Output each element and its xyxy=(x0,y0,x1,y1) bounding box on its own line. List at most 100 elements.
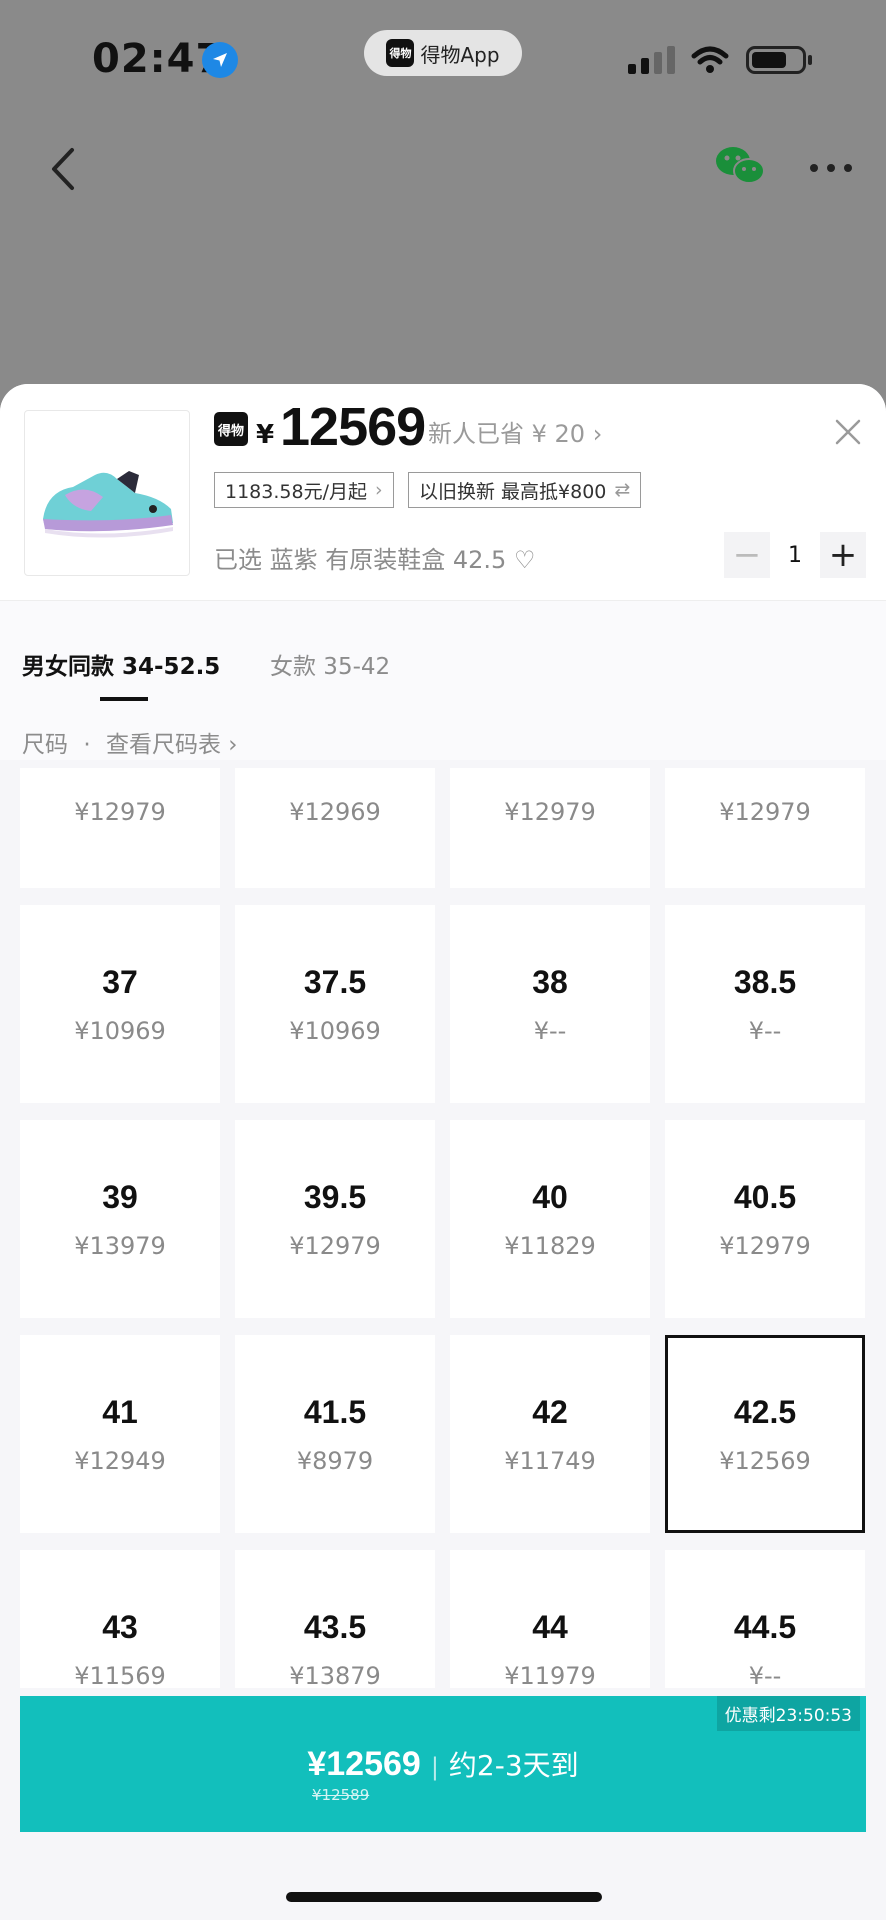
trade-in-chip[interactable]: 以旧换新 最高抵¥800 ⇄ xyxy=(408,472,642,508)
close-icon[interactable] xyxy=(834,418,862,446)
product-thumbnail[interactable] xyxy=(24,410,190,576)
size-cell[interactable]: ¥12979 xyxy=(450,768,650,888)
size-cell-selected[interactable]: 42.5 ¥12569 xyxy=(665,1335,865,1533)
size-cell[interactable]: 41 ¥12949 xyxy=(20,1335,220,1533)
discount-countdown: 优惠剩23:50:53 xyxy=(716,1696,860,1731)
cellular-signal-icon xyxy=(628,46,675,74)
buy-price: ¥12569 xyxy=(307,1745,421,1783)
size-cell[interactable]: 39.5 ¥12979 xyxy=(235,1120,435,1318)
size-grid: ¥12979 ¥12969 ¥12979 ¥12979 37 ¥10969 37.5 ¥109… xyxy=(20,768,865,1688)
size-cell[interactable]: ¥12969 xyxy=(235,768,435,888)
size-value: 38 xyxy=(532,963,568,1000)
price-currency: ¥ xyxy=(256,420,275,450)
size-value: 38.5 xyxy=(733,963,797,1000)
size-cell[interactable]: 42 ¥11749 xyxy=(450,1335,650,1533)
location-arrow-icon xyxy=(202,42,238,78)
status-bar: 02:47 得物 得物App xyxy=(0,0,886,120)
size-price: ¥12969 xyxy=(289,798,381,826)
size-cell[interactable]: ¥12979 xyxy=(665,768,865,888)
size-label: 尺码 xyxy=(22,732,68,758)
chevron-right-icon: › xyxy=(374,479,383,501)
tab-unisex[interactable]: 男女同款 34-52.5 xyxy=(22,647,220,681)
size-cell[interactable]: 37 ¥10969 xyxy=(20,905,220,1103)
size-selector-sheet: 得物 ¥ 12569 新人已省 ¥ 20 › 1183.58元/月起 › 以旧换… xyxy=(0,384,886,1920)
installment-chip[interactable]: 1183.58元/月起 › xyxy=(214,472,394,508)
size-price: ¥12979 xyxy=(719,1231,811,1260)
size-cell[interactable]: 40 ¥11829 xyxy=(450,1120,650,1318)
size-price: ¥12979 xyxy=(719,798,811,826)
size-value: 41.5 xyxy=(303,1393,367,1430)
battery-icon xyxy=(746,46,806,74)
quantity-decrease-button[interactable]: − xyxy=(724,532,770,578)
wechat-share-icon[interactable] xyxy=(714,145,766,187)
buy-button-content: ¥12569 | 约2-3天到 xyxy=(20,1744,866,1784)
size-value: 44.5 xyxy=(733,1608,797,1645)
size-value: 37.5 xyxy=(303,963,367,1000)
size-cell[interactable]: 37.5 ¥10969 xyxy=(235,905,435,1103)
size-value: 42.5 xyxy=(733,1393,797,1430)
active-tab-indicator xyxy=(100,697,148,701)
size-cell[interactable]: 40.5 ¥12979 xyxy=(665,1120,865,1318)
size-cell[interactable]: 44.5 ¥-- xyxy=(665,1550,865,1688)
installment-text: 1183.58元/月起 xyxy=(225,480,367,503)
size-cell[interactable]: 38 ¥-- xyxy=(450,905,650,1103)
newcomer-discount-text: 新人已省 ¥ 20 xyxy=(428,420,586,448)
size-price: ¥11979 xyxy=(504,1661,596,1689)
quantity-increase-button[interactable]: + xyxy=(820,532,866,578)
size-price: ¥11569 xyxy=(74,1661,166,1689)
tab-women[interactable]: 女款 35-42 xyxy=(270,647,390,681)
size-value: 37 xyxy=(102,963,138,1000)
back-arrow-icon[interactable] xyxy=(44,144,84,194)
product-header: 得物 ¥ 12569 新人已省 ¥ 20 › 1183.58元/月起 › 以旧换… xyxy=(0,384,886,600)
battery-tip xyxy=(808,55,812,65)
quantity-value: 1 xyxy=(788,542,802,568)
product-price: 12569 xyxy=(280,397,426,457)
separator-dot: · xyxy=(83,732,91,758)
size-price: ¥-- xyxy=(748,1661,782,1689)
selected-variant: 已选 蓝紫 有原装鞋盒 42.5 ♡ xyxy=(214,540,535,575)
size-price: ¥10969 xyxy=(289,1016,381,1045)
size-price: ¥12979 xyxy=(504,798,596,826)
original-price: ¥12589 xyxy=(312,1786,370,1804)
size-price: ¥-- xyxy=(748,1016,782,1045)
chevron-right-icon: › xyxy=(592,420,603,448)
size-price: ¥-- xyxy=(533,1016,567,1045)
home-indicator xyxy=(286,1892,602,1902)
size-cell[interactable]: 44 ¥11979 xyxy=(450,1550,650,1688)
size-value: 40.5 xyxy=(733,1178,797,1215)
size-price: ¥13879 xyxy=(289,1661,381,1689)
size-chart-link-text: 查看尺码表 xyxy=(105,732,221,758)
brand-logo-icon: 得物 xyxy=(214,412,248,446)
newcomer-discount-link[interactable]: 新人已省 ¥ 20 › xyxy=(428,414,602,449)
selected-variant-text: 已选 蓝紫 有原装鞋盒 42.5 xyxy=(214,546,507,574)
size-value: 39.5 xyxy=(303,1178,367,1215)
size-price: ¥12569 xyxy=(719,1446,811,1475)
size-chart-link[interactable]: 查看尺码表 › xyxy=(106,732,238,758)
size-value: 39 xyxy=(102,1178,138,1215)
size-value: 43 xyxy=(102,1608,138,1645)
size-grid-scroll[interactable]: ¥12979 ¥12969 ¥12979 ¥12979 37 ¥10969 37.5 ¥109… xyxy=(0,768,886,1688)
wifi-icon xyxy=(691,46,729,73)
divider: | xyxy=(430,1753,439,1781)
size-cell[interactable]: 38.5 ¥-- xyxy=(665,905,865,1103)
back-to-app-pill[interactable]: 得物 得物App xyxy=(364,30,522,76)
size-cell[interactable]: 41.5 ¥8979 xyxy=(235,1335,435,1533)
favorite-heart-icon[interactable]: ♡ xyxy=(514,546,536,574)
size-cell[interactable]: 43.5 ¥13879 xyxy=(235,1550,435,1688)
trade-in-text: 以旧换新 最高抵¥800 xyxy=(419,480,607,503)
size-price: ¥12979 xyxy=(74,798,166,826)
size-price: ¥8979 xyxy=(296,1446,374,1475)
size-value: 42 xyxy=(532,1393,568,1430)
sneaker-image xyxy=(43,471,173,538)
size-cell[interactable]: 39 ¥13979 xyxy=(20,1120,220,1318)
delivery-eta: 约2-3天到 xyxy=(448,1749,579,1782)
size-cell[interactable]: ¥12979 xyxy=(20,768,220,888)
size-cell[interactable]: 43 ¥11569 xyxy=(20,1550,220,1688)
size-price: ¥12949 xyxy=(74,1446,166,1475)
size-value: 43.5 xyxy=(303,1608,367,1645)
size-price: ¥13979 xyxy=(74,1231,166,1260)
more-options-icon[interactable] xyxy=(810,164,852,172)
app-name: 得物App xyxy=(420,42,500,67)
quantity-stepper: − 1 + xyxy=(724,532,866,578)
buy-button[interactable]: 优惠剩23:50:53 ¥12569 | 约2-3天到 ¥12589 xyxy=(20,1696,866,1832)
